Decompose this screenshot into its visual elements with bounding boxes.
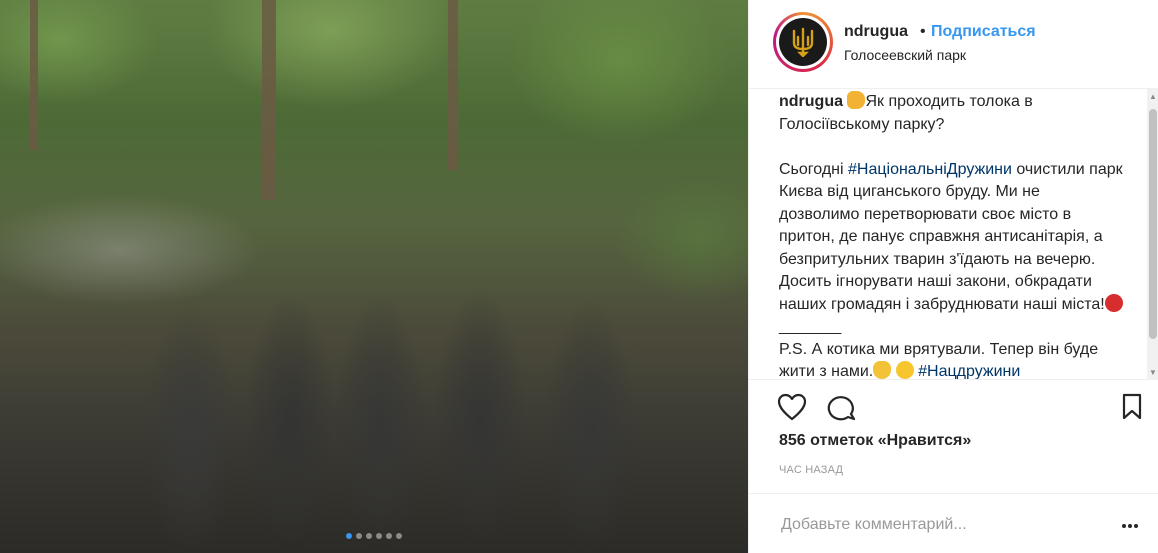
more-options-icon[interactable] xyxy=(1121,516,1139,534)
follow-button[interactable]: Подписаться xyxy=(931,23,1036,41)
post-caption: ndrugua Як проходить толока в Голосіївсь… xyxy=(779,91,1124,384)
fist-emoji-icon xyxy=(847,91,866,109)
separator-dot: • xyxy=(920,23,926,40)
action-bar xyxy=(749,379,1158,431)
instagram-post: ndrugua • Подписаться Голосеевский парк … xyxy=(0,0,1158,553)
smiling-face-emoji-icon xyxy=(895,361,914,379)
scroll-up-arrow-icon[interactable]: ▲ xyxy=(1147,89,1158,103)
post-timestamp[interactable]: ЧАС НАЗАД xyxy=(779,464,843,476)
post-photo[interactable] xyxy=(0,0,748,553)
photo-group-of-people xyxy=(70,193,688,553)
comments-scrollbar[interactable]: ▲ ▼ xyxy=(1147,89,1158,379)
photo-tree-trunk xyxy=(448,0,458,170)
scroll-down-arrow-icon[interactable]: ▼ xyxy=(1147,365,1158,379)
heart-icon[interactable] xyxy=(777,393,807,426)
photo-tree-trunk xyxy=(30,0,38,150)
carousel-dot[interactable] xyxy=(396,533,402,539)
caption-paragraph: Сьогодні #НаціональніДружини очистили па… xyxy=(779,159,1124,339)
post-header: ndrugua • Подписаться Голосеевский парк xyxy=(749,0,1158,89)
carousel-dot[interactable] xyxy=(386,533,392,539)
carousel-dot[interactable] xyxy=(346,533,352,539)
photo-tree-trunk xyxy=(262,0,276,200)
carousel-dot[interactable] xyxy=(376,533,382,539)
bookmark-icon[interactable] xyxy=(1121,393,1143,426)
scrollbar-thumb[interactable] xyxy=(1149,109,1157,339)
caption-intro: ndrugua Як проходить толока в Голосіївсь… xyxy=(779,91,1124,136)
add-comment-area xyxy=(749,493,1158,553)
likes-count[interactable]: 856 отметок «Нравится» xyxy=(779,432,971,450)
comments-section[interactable]: ndrugua Як проходить толока в Голосіївсь… xyxy=(749,89,1158,380)
caption-text: _______ xyxy=(779,318,842,335)
carousel-dot[interactable] xyxy=(356,533,362,539)
cat-face-emoji-icon xyxy=(873,361,892,379)
hashtag-link[interactable]: #Нацдружини xyxy=(918,363,1020,380)
comment-input[interactable] xyxy=(779,509,1103,541)
caption-ps: P.S. А котика ми врятували. Тепер він бу… xyxy=(779,339,1124,384)
carousel-dot[interactable] xyxy=(366,533,372,539)
trident-logo xyxy=(779,18,827,66)
avatar[interactable] xyxy=(773,12,833,72)
location-link[interactable]: Голосеевский парк xyxy=(844,47,966,63)
caption-text: Сьогодні xyxy=(779,160,848,178)
trident-icon xyxy=(792,27,814,57)
post-sidebar: ndrugua • Подписаться Голосеевский парк … xyxy=(748,0,1158,553)
caption-text: очистили парк Києва від циганського бруд… xyxy=(779,160,1123,313)
angry-face-emoji-icon xyxy=(1104,293,1123,312)
username-link[interactable]: ndrugua xyxy=(844,23,908,41)
hashtag-link[interactable]: #НаціональніДружини xyxy=(848,161,1012,178)
caption-username-link[interactable]: ndrugua xyxy=(779,93,843,110)
comment-icon[interactable] xyxy=(827,393,857,426)
carousel-indicator xyxy=(0,533,748,539)
